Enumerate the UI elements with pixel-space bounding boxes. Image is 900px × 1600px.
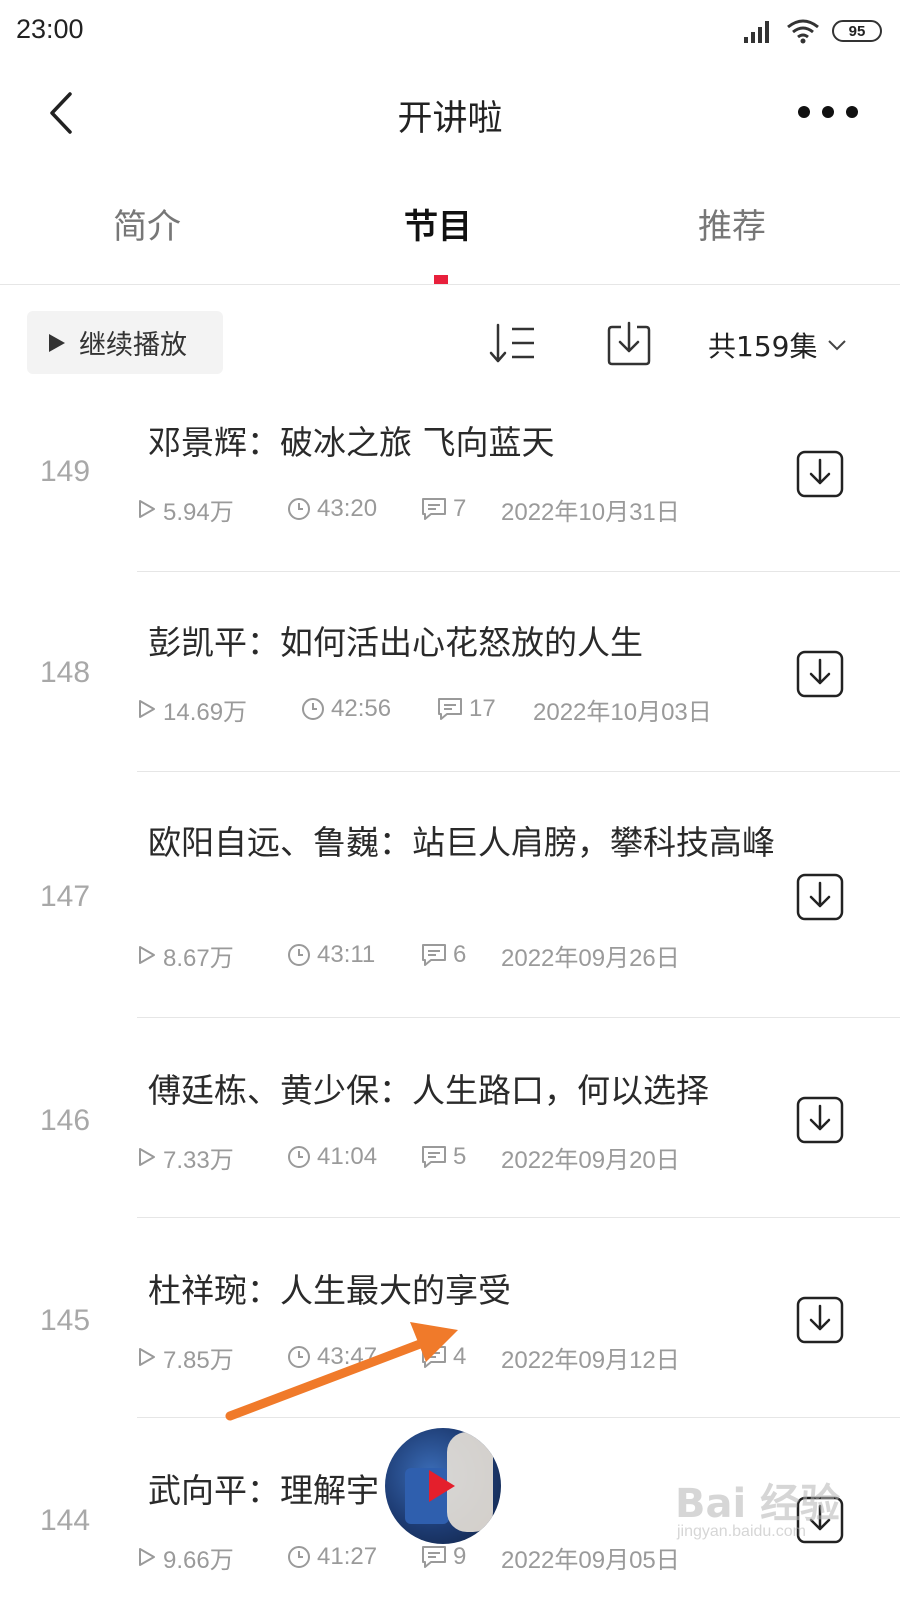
page-title: 开讲啦: [397, 99, 503, 139]
duration: 43:11: [317, 941, 376, 968]
download-icon[interactable]: [796, 450, 844, 498]
duration: 42:56: [331, 695, 392, 722]
comment-count: 5: [453, 1143, 467, 1170]
play-count: 8.67万: [163, 944, 234, 972]
download-all-icon[interactable]: [606, 319, 652, 367]
clock-icon: [288, 1146, 310, 1168]
play-count: 7.33万: [163, 1146, 234, 1174]
publish-date: 2022年09月05日: [501, 1546, 680, 1574]
continue-play-button[interactable]: 继续播放: [27, 311, 223, 374]
episode-number: 144: [40, 1504, 91, 1537]
episode-meta: 8.67万 43:11 6 2022年09月26日: [137, 940, 680, 972]
episode-count: 共159集: [708, 330, 818, 363]
mini-player-play-icon[interactable]: [429, 1470, 455, 1502]
duration: 41:27: [317, 1543, 378, 1570]
download-icon[interactable]: [796, 1296, 844, 1344]
publish-date: 2022年10月31日: [501, 498, 680, 526]
episode-meta: 14.69万 42:56 17 2022年10月03日: [137, 694, 712, 726]
status-bar: 23:00 95: [0, 0, 900, 62]
episode-number: 147: [40, 880, 91, 913]
mini-player[interactable]: [385, 1428, 501, 1544]
play-count: 5.94万: [163, 498, 234, 526]
comment-count: 6: [453, 941, 467, 968]
wifi-icon: [787, 19, 819, 44]
watermark-brand: Bai 经验: [675, 1481, 841, 1527]
download-icon[interactable]: [796, 650, 844, 698]
episode-number: 146: [40, 1104, 91, 1137]
play-count-icon: [139, 1548, 155, 1566]
comment-icon: [438, 698, 462, 720]
episode-number: 149: [40, 455, 91, 488]
tab-intro[interactable]: 简介: [113, 199, 181, 248]
tab-bar: 简介 节目 推荐: [0, 185, 900, 285]
comment-icon: [422, 1546, 446, 1568]
episode-title: 彭凯平：如何活出心花怒放的人生: [148, 623, 643, 662]
annotation-arrow: [225, 1322, 458, 1421]
continue-play-label: 继续播放: [79, 330, 187, 361]
chevron-down-icon: [828, 340, 847, 351]
episode-row[interactable]: 147 欧阳自远、鲁巍：站巨人肩膀，攀科技高峰 8.67万 43:11 6 20…: [0, 772, 900, 1018]
play-count-icon: [139, 946, 155, 964]
signal-icon: [744, 21, 769, 43]
more-icon[interactable]: [798, 94, 858, 130]
watermark-site: jingyan.baidu.com: [677, 1523, 806, 1540]
clock-icon: [302, 698, 324, 720]
baidu-watermark: Bai 经验 jingyan.baidu.com: [675, 1465, 855, 1555]
episode-title: 邓景辉：破冰之旅 飞向蓝天: [148, 423, 555, 462]
play-count-icon: [139, 1348, 155, 1366]
status-time: 23:00: [16, 14, 84, 44]
episode-title: 傅廷栋、黄少保：人生路口，何以选择: [148, 1071, 709, 1110]
episode-toolbar: 继续播放 共159集: [0, 305, 900, 381]
publish-date: 2022年09月20日: [501, 1146, 680, 1174]
episode-count-selector[interactable]: 共159集: [708, 325, 847, 365]
status-icons: 95: [742, 16, 882, 46]
comment-icon: [422, 498, 446, 520]
comment-count: 7: [453, 495, 467, 522]
episode-title: 欧阳自远、鲁巍：站巨人肩膀，攀科技高峰: [148, 823, 775, 862]
clock-icon: [288, 944, 310, 966]
clock-icon: [288, 498, 310, 520]
episode-meta: 5.94万 43:20 7 2022年10月31日: [137, 494, 680, 526]
comment-icon: [422, 944, 446, 966]
clock-icon: [288, 1546, 310, 1568]
episode-row[interactable]: 148 彭凯平：如何活出心花怒放的人生 14.69万 42:56 17 2022…: [0, 572, 900, 772]
nav-bar: 开讲啦: [0, 62, 900, 162]
publish-date: 2022年10月03日: [533, 698, 712, 726]
play-count: 14.69万: [163, 698, 248, 726]
episode-meta: 9.66万 41:27 9 2022年09月05日: [137, 1542, 680, 1574]
sort-icon[interactable]: [488, 321, 536, 365]
play-count-icon: [139, 1148, 155, 1166]
play-count-icon: [139, 700, 155, 718]
download-icon[interactable]: [796, 873, 844, 921]
episode-row[interactable]: 149 邓景辉：破冰之旅 飞向蓝天 5.94万 43:20 7 2022年10月…: [0, 400, 900, 572]
play-icon: [49, 333, 65, 352]
battery-indicator: 95: [832, 20, 882, 42]
battery-level: 95: [848, 22, 866, 40]
active-tab-indicator: [434, 275, 448, 284]
download-icon[interactable]: [796, 1096, 844, 1144]
play-count-icon: [139, 500, 155, 518]
episode-meta: 7.33万 41:04 5 2022年09月20日: [137, 1142, 680, 1174]
episode-number: 148: [40, 656, 91, 689]
publish-date: 2022年09月26日: [501, 944, 680, 972]
comment-icon: [422, 1146, 446, 1168]
episode-row[interactable]: 146 傅廷栋、黄少保：人生路口，何以选择 7.33万 41:04 5 2022…: [0, 1018, 900, 1218]
publish-date: 2022年09月12日: [501, 1346, 680, 1374]
tab-recommend[interactable]: 推荐: [698, 199, 766, 248]
episode-number: 145: [40, 1304, 91, 1337]
comment-count: 17: [469, 695, 496, 722]
tab-episodes[interactable]: 节目: [404, 199, 472, 248]
duration: 41:04: [317, 1143, 378, 1170]
episode-title: 杜祥琬：人生最大的享受: [148, 1271, 511, 1310]
comment-count: 9: [453, 1543, 467, 1570]
play-count: 9.66万: [163, 1546, 234, 1574]
duration: 43:20: [317, 495, 378, 522]
